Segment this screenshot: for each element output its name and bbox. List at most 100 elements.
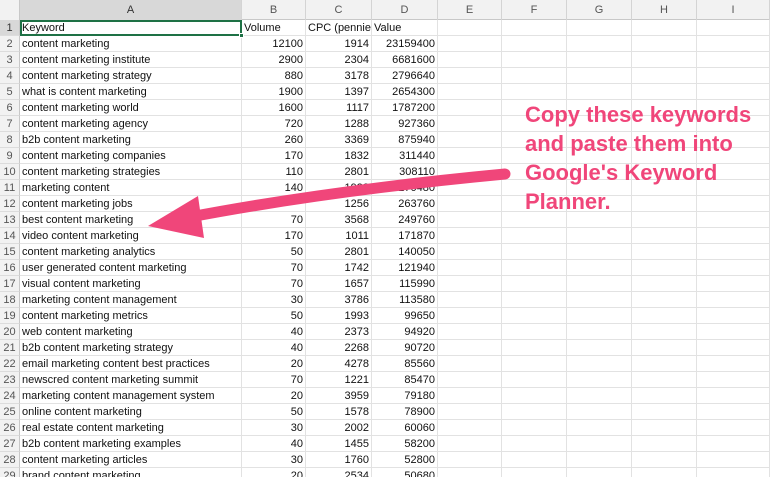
cell-a[interactable]: brand content marketing xyxy=(20,468,242,477)
cell-b[interactable]: 110 xyxy=(242,164,306,180)
empty-cell[interactable] xyxy=(502,452,567,468)
empty-cell[interactable] xyxy=(438,212,502,228)
column-header-c[interactable]: C xyxy=(306,0,372,20)
empty-cell[interactable] xyxy=(502,276,567,292)
cell-a[interactable]: content marketing world xyxy=(20,100,242,116)
empty-cell[interactable] xyxy=(438,452,502,468)
cell-b[interactable]: 70 xyxy=(242,260,306,276)
empty-cell[interactable] xyxy=(502,468,567,477)
cell-b[interactable]: 170 xyxy=(242,148,306,164)
empty-cell[interactable] xyxy=(697,388,770,404)
column-header-e[interactable]: E xyxy=(438,0,502,20)
cell-d[interactable]: 270480 xyxy=(372,180,438,196)
cell-d[interactable]: 50680 xyxy=(372,468,438,477)
empty-cell[interactable] xyxy=(697,404,770,420)
empty-cell[interactable] xyxy=(567,420,632,436)
header-cell-c[interactable]: CPC (pennies) xyxy=(306,20,372,36)
row-number[interactable]: 1 xyxy=(0,20,20,36)
empty-cell[interactable] xyxy=(632,420,697,436)
column-header-f[interactable]: F xyxy=(502,0,567,20)
cell-b[interactable]: 40 xyxy=(242,436,306,452)
column-header-g[interactable]: G xyxy=(567,0,632,20)
empty-cell[interactable] xyxy=(438,420,502,436)
cell-a[interactable]: content marketing metrics xyxy=(20,308,242,324)
empty-cell[interactable] xyxy=(438,324,502,340)
cell-a[interactable]: email marketing content best practices xyxy=(20,356,242,372)
empty-cell[interactable] xyxy=(567,372,632,388)
cell-a[interactable]: content marketing agency xyxy=(20,116,242,132)
empty-cell[interactable] xyxy=(697,452,770,468)
empty-cell[interactable] xyxy=(697,308,770,324)
cell-b[interactable]: 260 xyxy=(242,132,306,148)
cell-a[interactable]: marketing content management system xyxy=(20,388,242,404)
empty-cell[interactable] xyxy=(438,164,502,180)
cell-b[interactable]: 20 xyxy=(242,468,306,477)
cell-b[interactable]: 1600 xyxy=(242,100,306,116)
cell-a[interactable]: content marketing strategy xyxy=(20,68,242,84)
empty-cell[interactable] xyxy=(697,84,770,100)
empty-cell[interactable] xyxy=(697,468,770,477)
row-number[interactable]: 27 xyxy=(0,436,20,452)
header-cell-b[interactable]: Volume xyxy=(242,20,306,36)
cell-a[interactable]: online content marketing xyxy=(20,404,242,420)
cell-d[interactable]: 311440 xyxy=(372,148,438,164)
empty-cell[interactable] xyxy=(502,244,567,260)
empty-cell[interactable] xyxy=(567,404,632,420)
empty-cell[interactable] xyxy=(438,372,502,388)
cell-a[interactable]: content marketing strategies xyxy=(20,164,242,180)
empty-cell[interactable] xyxy=(697,260,770,276)
empty-cell[interactable] xyxy=(438,84,502,100)
empty-cell[interactable] xyxy=(567,308,632,324)
cell-b[interactable]: 50 xyxy=(242,404,306,420)
empty-cell[interactable] xyxy=(438,100,502,116)
empty-cell[interactable] xyxy=(438,244,502,260)
empty-cell[interactable] xyxy=(697,356,770,372)
empty-cell[interactable] xyxy=(632,84,697,100)
cell-c[interactable]: 1832 xyxy=(306,148,372,164)
empty-cell[interactable] xyxy=(438,260,502,276)
empty-cell[interactable] xyxy=(632,436,697,452)
empty-cell[interactable] xyxy=(697,340,770,356)
empty-cell[interactable] xyxy=(567,84,632,100)
empty-cell[interactable] xyxy=(438,196,502,212)
cell-b[interactable]: 70 xyxy=(242,372,306,388)
empty-cell[interactable] xyxy=(502,420,567,436)
cell-c[interactable]: 2373 xyxy=(306,324,372,340)
cell-a[interactable]: content marketing institute xyxy=(20,52,242,68)
row-number[interactable]: 28 xyxy=(0,452,20,468)
cell-c[interactable]: 1578 xyxy=(306,404,372,420)
empty-cell[interactable] xyxy=(632,372,697,388)
empty-cell[interactable] xyxy=(438,68,502,84)
empty-cell[interactable] xyxy=(438,468,502,477)
row-number[interactable]: 16 xyxy=(0,260,20,276)
empty-cell[interactable] xyxy=(632,36,697,52)
empty-cell[interactable] xyxy=(697,20,770,36)
cell-d[interactable]: 249760 xyxy=(372,212,438,228)
empty-cell[interactable] xyxy=(567,468,632,477)
row-number[interactable]: 5 xyxy=(0,84,20,100)
column-header-d[interactable]: D xyxy=(372,0,438,20)
empty-cell[interactable] xyxy=(438,436,502,452)
cell-c[interactable]: 2268 xyxy=(306,340,372,356)
cell-b[interactable]: 20 xyxy=(242,388,306,404)
cell-a[interactable]: content marketing analytics xyxy=(20,244,242,260)
cell-a[interactable]: b2b content marketing examples xyxy=(20,436,242,452)
cell-d[interactable]: 927360 xyxy=(372,116,438,132)
empty-cell[interactable] xyxy=(632,324,697,340)
empty-cell[interactable] xyxy=(567,388,632,404)
cell-c[interactable]: 1657 xyxy=(306,276,372,292)
cell-d[interactable]: 263760 xyxy=(372,196,438,212)
active-cell-a1[interactable]: Keyword xyxy=(20,20,244,38)
cell-c[interactable]: 3959 xyxy=(306,388,372,404)
empty-cell[interactable] xyxy=(632,244,697,260)
empty-cell[interactable] xyxy=(567,436,632,452)
empty-cell[interactable] xyxy=(438,404,502,420)
empty-cell[interactable] xyxy=(632,388,697,404)
cell-c[interactable]: 3178 xyxy=(306,68,372,84)
cell-b[interactable]: 1900 xyxy=(242,84,306,100)
empty-cell[interactable] xyxy=(502,324,567,340)
empty-cell[interactable] xyxy=(632,20,697,36)
row-number[interactable]: 24 xyxy=(0,388,20,404)
cell-d[interactable]: 90720 xyxy=(372,340,438,356)
empty-cell[interactable] xyxy=(438,388,502,404)
